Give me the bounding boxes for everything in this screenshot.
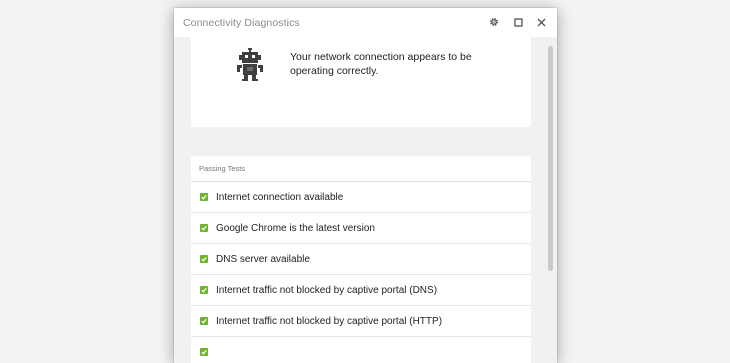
gear-icon <box>489 17 499 27</box>
test-row: Internet traffic not blocked by captive … <box>191 306 531 337</box>
settings-button[interactable] <box>487 15 501 29</box>
check-icon <box>200 193 208 201</box>
passing-tests-header: Passing Tests <box>191 156 531 182</box>
maximize-icon <box>513 17 523 27</box>
window-title: Connectivity Diagnostics <box>183 17 300 29</box>
test-row: Internet traffic not blocked by captive … <box>191 275 531 306</box>
check-icon <box>200 255 208 263</box>
passing-tests-card: Passing Tests Internet connection availa… <box>191 156 531 363</box>
test-label: Internet connection available <box>216 191 344 203</box>
test-row-partial <box>191 337 531 363</box>
close-button[interactable] <box>534 15 548 29</box>
test-label: DNS server available <box>216 253 310 265</box>
check-icon <box>200 286 208 294</box>
status-message: Your network connection appears to be op… <box>290 51 472 77</box>
scrollbar[interactable] <box>548 46 553 271</box>
check-icon <box>200 224 208 232</box>
close-icon <box>537 18 545 26</box>
test-label: Google Chrome is the latest version <box>216 222 375 234</box>
diagnostics-content: Your network connection appears to be op… <box>191 37 531 363</box>
status-card: Your network connection appears to be op… <box>191 37 531 127</box>
robot-icon <box>237 48 263 81</box>
diagnostics-window: Connectivity Diagnostics Your network co… <box>174 8 557 363</box>
check-icon <box>200 317 208 325</box>
test-row: Google Chrome is the latest version <box>191 213 531 244</box>
title-bar[interactable]: Connectivity Diagnostics <box>174 8 557 37</box>
test-label: Internet traffic not blocked by captive … <box>216 315 443 327</box>
test-row: DNS server available <box>191 244 531 275</box>
maximize-button[interactable] <box>511 15 525 29</box>
test-row: Internet connection available <box>191 182 531 213</box>
test-label: Internet traffic not blocked by captive … <box>216 284 438 296</box>
